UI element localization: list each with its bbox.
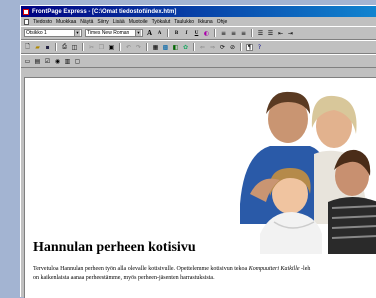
paste-icon[interactable]: ▣ xyxy=(108,44,115,51)
insert-object-icon[interactable]: ◧ xyxy=(172,44,179,51)
open-folder-icon[interactable]: ▰ xyxy=(34,44,41,51)
redo-icon[interactable]: ↷ xyxy=(135,44,142,51)
form-radio-icon[interactable]: ◉ xyxy=(54,58,61,65)
family-photo xyxy=(230,84,376,254)
align-right-icon[interactable]: ≡ xyxy=(240,30,247,37)
menu-ohje[interactable]: Ohje xyxy=(217,19,228,25)
refresh-icon[interactable]: ⟳ xyxy=(219,44,226,51)
save-icon[interactable]: ▪ xyxy=(44,44,51,51)
new-page-icon[interactable]: 🗋 xyxy=(24,43,31,51)
form-pushbutton-icon[interactable]: ▢ xyxy=(74,58,81,65)
paragraph-line-1-start: Tervetuloa Hannulan perheen työn alla ol… xyxy=(33,266,248,272)
paragraph-style-value: Otsikko 1 xyxy=(26,30,47,36)
forms-toolbar: ▭ ▤ ☑ ◉ ▥ ▢ xyxy=(21,54,376,68)
shrink-font-button[interactable]: A xyxy=(156,30,163,37)
form-dropdown-icon[interactable]: ▥ xyxy=(64,58,71,65)
toolbar-separator xyxy=(167,29,169,37)
menu-muotoile[interactable]: Muotoile xyxy=(129,19,148,25)
hyperlink-icon[interactable]: ✿ xyxy=(182,44,189,51)
menu-tyokalut[interactable]: Työkalut xyxy=(152,19,171,25)
align-center-icon[interactable]: ≡ xyxy=(230,30,237,37)
print-preview-icon[interactable]: ◫ xyxy=(71,44,78,51)
underline-button[interactable]: U xyxy=(193,30,200,37)
italic-button[interactable]: I xyxy=(183,30,190,37)
print-icon[interactable]: ⎙ xyxy=(61,43,68,51)
menu-siirry[interactable]: Siirry xyxy=(97,19,108,25)
form-textarea-icon[interactable]: ▤ xyxy=(34,58,41,65)
toolbar-separator xyxy=(193,43,195,51)
format-toolbar: Otsikko 1 ▼ Times New Roman ▼ A A B I U … xyxy=(21,26,376,40)
toolbar-separator xyxy=(55,43,57,51)
toolbar-separator xyxy=(214,29,216,37)
undo-icon[interactable]: ↶ xyxy=(125,44,132,51)
paragraph-style-select[interactable]: Otsikko 1 ▼ xyxy=(24,29,82,37)
menu-tiedosto[interactable]: Tiedosto xyxy=(33,19,52,25)
magazine-name: Kompuutteri Kaikille xyxy=(248,266,300,272)
decrease-indent-icon[interactable]: ⇤ xyxy=(277,30,284,37)
frontpage-window: FrontPage Express - [C:\Omat tiedostot\i… xyxy=(20,5,376,298)
forward-icon[interactable]: ⇒ xyxy=(209,44,216,51)
numbered-list-icon[interactable]: ☰ xyxy=(257,30,264,37)
bullet-list-icon[interactable]: ☰ xyxy=(267,30,274,37)
align-left-icon[interactable]: ≡ xyxy=(220,30,227,37)
toolbar-separator xyxy=(119,43,121,51)
insert-table-icon[interactable]: ▦ xyxy=(152,44,159,51)
insert-image-icon[interactable]: ▩ xyxy=(162,44,169,51)
stop-icon[interactable]: ⊘ xyxy=(229,44,236,51)
standard-toolbar: 🗋 ▰ ▪ ⎙ ◫ ✂ ❐ ▣ ↶ ↷ ▦ ▩ ◧ ✿ ⇐ ⇒ ⟳ ⊘ ¶ ? xyxy=(21,40,376,54)
toolbar-separator xyxy=(82,43,84,51)
chevron-down-icon[interactable]: ▼ xyxy=(135,30,141,36)
font-value: Times New Roman xyxy=(87,30,130,36)
cut-icon[interactable]: ✂ xyxy=(88,44,95,51)
toolbar-separator xyxy=(240,43,242,51)
editor-page[interactable]: Hannulan perheen kotisivu Tervetuloa Han… xyxy=(24,77,376,298)
menu-nayta[interactable]: Näytä xyxy=(80,19,93,25)
menu-ikkuna[interactable]: Ikkuna xyxy=(198,19,213,25)
toolbar-separator xyxy=(146,43,148,51)
page-paragraph[interactable]: Tervetuloa Hannulan perheen työn alla ol… xyxy=(33,265,376,283)
copy-icon[interactable]: ❐ xyxy=(98,44,105,51)
show-paragraph-marks-icon[interactable]: ¶ xyxy=(246,43,253,51)
menu-lisaa[interactable]: Lisää xyxy=(113,19,125,25)
page-heading[interactable]: Hannulan perheen kotisivu xyxy=(33,240,196,256)
menu-taulukko[interactable]: Taulukko xyxy=(174,19,194,25)
document-icon[interactable] xyxy=(24,18,29,25)
paragraph-line-1-end: -leh xyxy=(301,266,311,272)
text-color-icon[interactable]: ◐ xyxy=(203,30,210,37)
chevron-down-icon[interactable]: ▼ xyxy=(74,30,80,36)
toolbar-separator xyxy=(251,29,253,37)
form-textbox-icon[interactable]: ▭ xyxy=(24,58,31,65)
menu-bar: Tiedosto Muokkaa Näytä Siirry Lisää Muot… xyxy=(21,17,376,26)
menu-muokkaa[interactable]: Muokkaa xyxy=(56,19,76,25)
window-title: FrontPage Express - [C:\Omat tiedostot\i… xyxy=(32,8,177,15)
bold-button[interactable]: B xyxy=(173,30,180,37)
back-icon[interactable]: ⇐ xyxy=(199,44,206,51)
form-checkbox-icon[interactable]: ☑ xyxy=(44,58,51,65)
title-bar[interactable]: FrontPage Express - [C:\Omat tiedostot\i… xyxy=(21,6,376,17)
help-icon[interactable]: ? xyxy=(256,44,263,51)
increase-indent-icon[interactable]: ⇥ xyxy=(287,30,294,37)
paragraph-line-1: Tervetuloa Hannulan perheen työn alla ol… xyxy=(33,265,376,274)
grow-font-button[interactable]: A xyxy=(146,29,153,37)
frontpage-app-icon[interactable] xyxy=(23,8,29,15)
paragraph-line-2: on kaikenlaista aanaa perheestämme, myös… xyxy=(33,275,215,281)
font-select[interactable]: Times New Roman ▼ xyxy=(85,29,143,37)
